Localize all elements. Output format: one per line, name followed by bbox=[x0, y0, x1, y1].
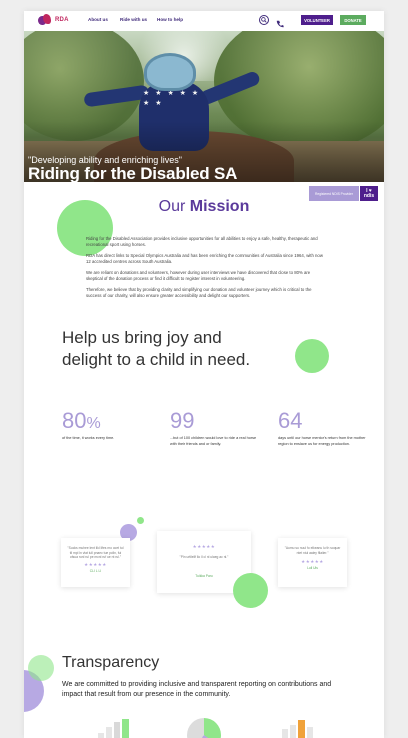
mission-title: Our Mission bbox=[24, 198, 384, 216]
testimonial-quote: "Sucks muhee lent likl lifes mo ocet tul… bbox=[67, 546, 124, 559]
testimonial-author: Tuikka Paru bbox=[195, 573, 213, 578]
report-pie-preview bbox=[187, 718, 221, 738]
decorative-circle bbox=[137, 517, 144, 524]
testimonial-card: "Aumu su nuul fo elkeanu lu th soquar nt… bbox=[278, 538, 347, 587]
nav-link-how-to-help[interactable]: How to help bbox=[157, 17, 183, 22]
mission-paragraph: Therefore, we believe that by providing … bbox=[86, 287, 312, 298]
decorative-circle bbox=[233, 573, 268, 608]
rating-stars: ★★★★★ bbox=[84, 561, 107, 567]
stat-number: 64 bbox=[278, 408, 302, 434]
rating-stars: ★★★★★ bbox=[301, 559, 324, 564]
stat-value: 99 bbox=[170, 408, 195, 433]
stat-value: 64 bbox=[278, 408, 303, 433]
mission-paragraph: We are reliant on donations and voluntee… bbox=[86, 270, 311, 281]
nav-link-ride-with-us[interactable]: Ride with us bbox=[120, 17, 147, 22]
donate-button[interactable]: DONATE bbox=[340, 15, 366, 25]
transparency-heading: Transparency bbox=[62, 654, 160, 671]
rating-stars: ★★★★★ bbox=[192, 544, 216, 549]
mission-paragraph: RDA has direct links to Special Olympics… bbox=[86, 253, 323, 264]
stat-description: of the time, it works every time. bbox=[62, 436, 115, 440]
mission-title-bold: Mission bbox=[189, 198, 250, 215]
mission-title-light: Our bbox=[158, 198, 190, 215]
logo-mark-icon bbox=[38, 14, 52, 26]
logo-text: RDA bbox=[55, 17, 69, 23]
transparency-text: We are committed to providing inclusive … bbox=[62, 681, 332, 698]
testimonial-quote: "Aumu su nuul fo elkeanu lu th soquar nt… bbox=[284, 546, 341, 555]
page: RDA About us Ride with us How to help VO… bbox=[24, 11, 384, 738]
volunteer-button[interactable]: VOLUNTEER bbox=[301, 15, 333, 25]
stat-value: 80 bbox=[62, 408, 87, 433]
nav-link-about-us[interactable]: About us bbox=[88, 17, 108, 22]
logo[interactable]: RDA bbox=[38, 14, 69, 26]
decorative-circle bbox=[28, 655, 54, 681]
stat-description: days until our horse mentor's return fro… bbox=[278, 436, 366, 446]
mission-paragraph: Riding for the Disabled Association prov… bbox=[86, 236, 318, 247]
search-icon[interactable] bbox=[259, 15, 269, 25]
testimonial-author: Lull Uls bbox=[307, 566, 318, 570]
stat-suffix: % bbox=[86, 415, 101, 432]
phone-icon[interactable] bbox=[276, 15, 286, 28]
hero-image: "Developing ability and enriching lives"… bbox=[24, 31, 384, 182]
stat-number: 80% bbox=[62, 408, 101, 434]
joy-heading: Help us bring joy and delight to a child… bbox=[62, 328, 251, 369]
hero-title: Riding for the Disabled SA bbox=[28, 164, 238, 182]
stat-number: 99 bbox=[170, 408, 194, 434]
testimonial-card: "Sucks muhee lent likl lifes mo ocet tul… bbox=[61, 538, 130, 587]
stat-description: ...but of 100 children would love to rid… bbox=[170, 436, 257, 446]
testimonial-author: CLI L LI bbox=[89, 568, 102, 573]
testimonial-quote: "Pln urtllellf llo ll cl nl ulaeg ac nl.… bbox=[179, 555, 229, 559]
decorative-circle bbox=[295, 339, 329, 373]
top-nav: RDA About us Ride with us How to help VO… bbox=[24, 11, 384, 31]
